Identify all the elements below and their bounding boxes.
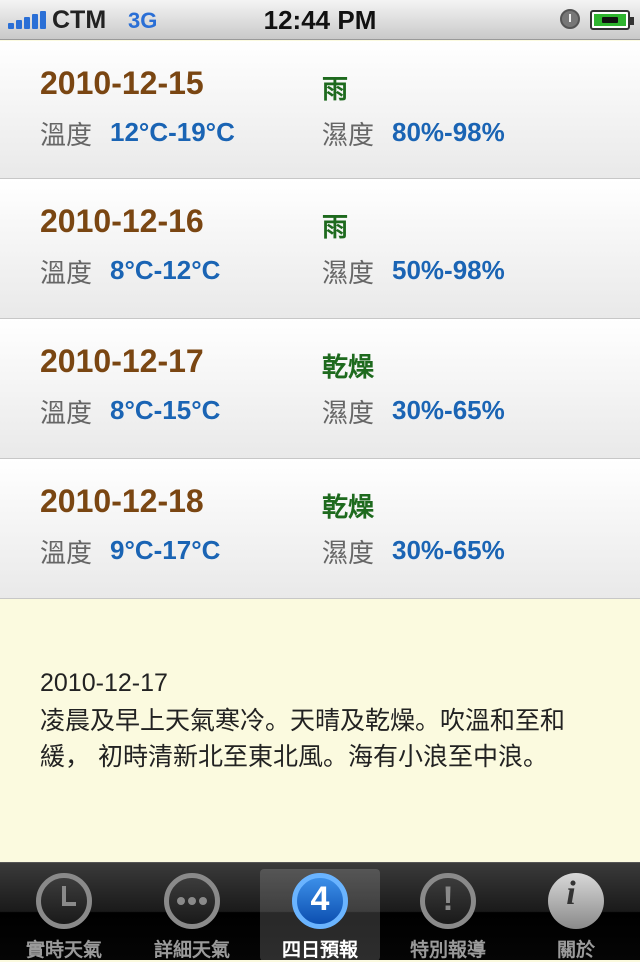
temperature-value: 8°C-12°C [110, 255, 221, 285]
tab-special-report[interactable]: ! 特別報導 [388, 869, 508, 961]
forecast-row[interactable]: 2010-12-18 乾燥 溫度 9°C-17°C 濕度 30%-65% [0, 459, 640, 599]
temperature-value: 12°C-19°C [110, 117, 235, 147]
info-icon: i [548, 873, 604, 929]
forecast-condition: 乾燥 [322, 353, 375, 383]
clock-icon [36, 873, 92, 929]
forecast-date: 2010-12-15 [40, 65, 204, 101]
tab-bar: 實時天氣 詳細天氣 4 四日預報 ! 特別報導 i 關於 [0, 862, 640, 961]
forecast-row[interactable]: 2010-12-15 雨 溫度 12°C-19°C 濕度 80%-98% [0, 41, 640, 179]
tab-realtime-weather[interactable]: 實時天氣 [4, 869, 124, 961]
more-icon [164, 873, 220, 929]
tab-label: 實時天氣 [25, 939, 102, 961]
status-bar: CTM 3G 12:44 PM [0, 0, 640, 40]
humidity-value: 30%-65% [392, 395, 505, 425]
humidity-label: 濕度 [322, 539, 375, 569]
humidity-label: 濕度 [322, 259, 375, 289]
tab-label: 關於 [556, 939, 595, 961]
forecast-row[interactable]: 2010-12-17 乾燥 溫度 8°C-15°C 濕度 30%-65% [0, 319, 640, 459]
rotation-lock-icon [560, 9, 580, 29]
temperature-label: 溫度 [40, 399, 93, 429]
tab-label: 四日預報 [281, 939, 358, 961]
exclamation-icon: ! [420, 873, 476, 929]
temperature-value: 9°C-17°C [110, 535, 221, 565]
battery-icon [590, 10, 634, 30]
temperature-label: 溫度 [40, 539, 93, 569]
tab-four-day-forecast[interactable]: 4 四日預報 [260, 869, 380, 961]
temperature-label: 溫度 [40, 121, 93, 151]
forecast-list: 2010-12-15 雨 溫度 12°C-19°C 濕度 80%-98% 201… [0, 41, 640, 599]
temperature-value: 8°C-15°C [110, 395, 221, 425]
forecast-row[interactable]: 2010-12-16 雨 溫度 8°C-12°C 濕度 50%-98% [0, 179, 640, 319]
four-icon: 4 [292, 873, 348, 929]
forecast-condition: 雨 [322, 75, 349, 105]
humidity-label: 濕度 [322, 121, 375, 151]
humidity-value: 30%-65% [392, 535, 505, 565]
forecast-condition: 雨 [322, 213, 349, 243]
humidity-label: 濕度 [322, 399, 375, 429]
status-time: 12:44 PM [263, 5, 377, 35]
forecast-condition: 乾燥 [322, 493, 375, 523]
detail-description: 凌晨及早上天氣寒冷。天晴及乾燥。吹溫和至和緩， 初時清新北至東北風。海有小浪至中… [40, 706, 566, 771]
tab-detailed-weather[interactable]: 詳細天氣 [132, 869, 252, 961]
tab-label: 詳細天氣 [153, 939, 230, 961]
forecast-detail-panel: 2010-12-17 凌晨及早上天氣寒冷。天晴及乾燥。吹溫和至和緩， 初時清新北… [0, 599, 640, 862]
forecast-date: 2010-12-16 [40, 203, 204, 239]
detail-date: 2010-12-17 [40, 669, 168, 697]
forecast-date: 2010-12-17 [40, 343, 204, 379]
humidity-value: 80%-98% [392, 117, 505, 147]
tab-label: 特別報導 [409, 939, 486, 961]
humidity-value: 50%-98% [392, 255, 505, 285]
tab-about[interactable]: i 關於 [516, 869, 636, 961]
temperature-label: 溫度 [40, 259, 93, 289]
forecast-date: 2010-12-18 [40, 483, 204, 519]
